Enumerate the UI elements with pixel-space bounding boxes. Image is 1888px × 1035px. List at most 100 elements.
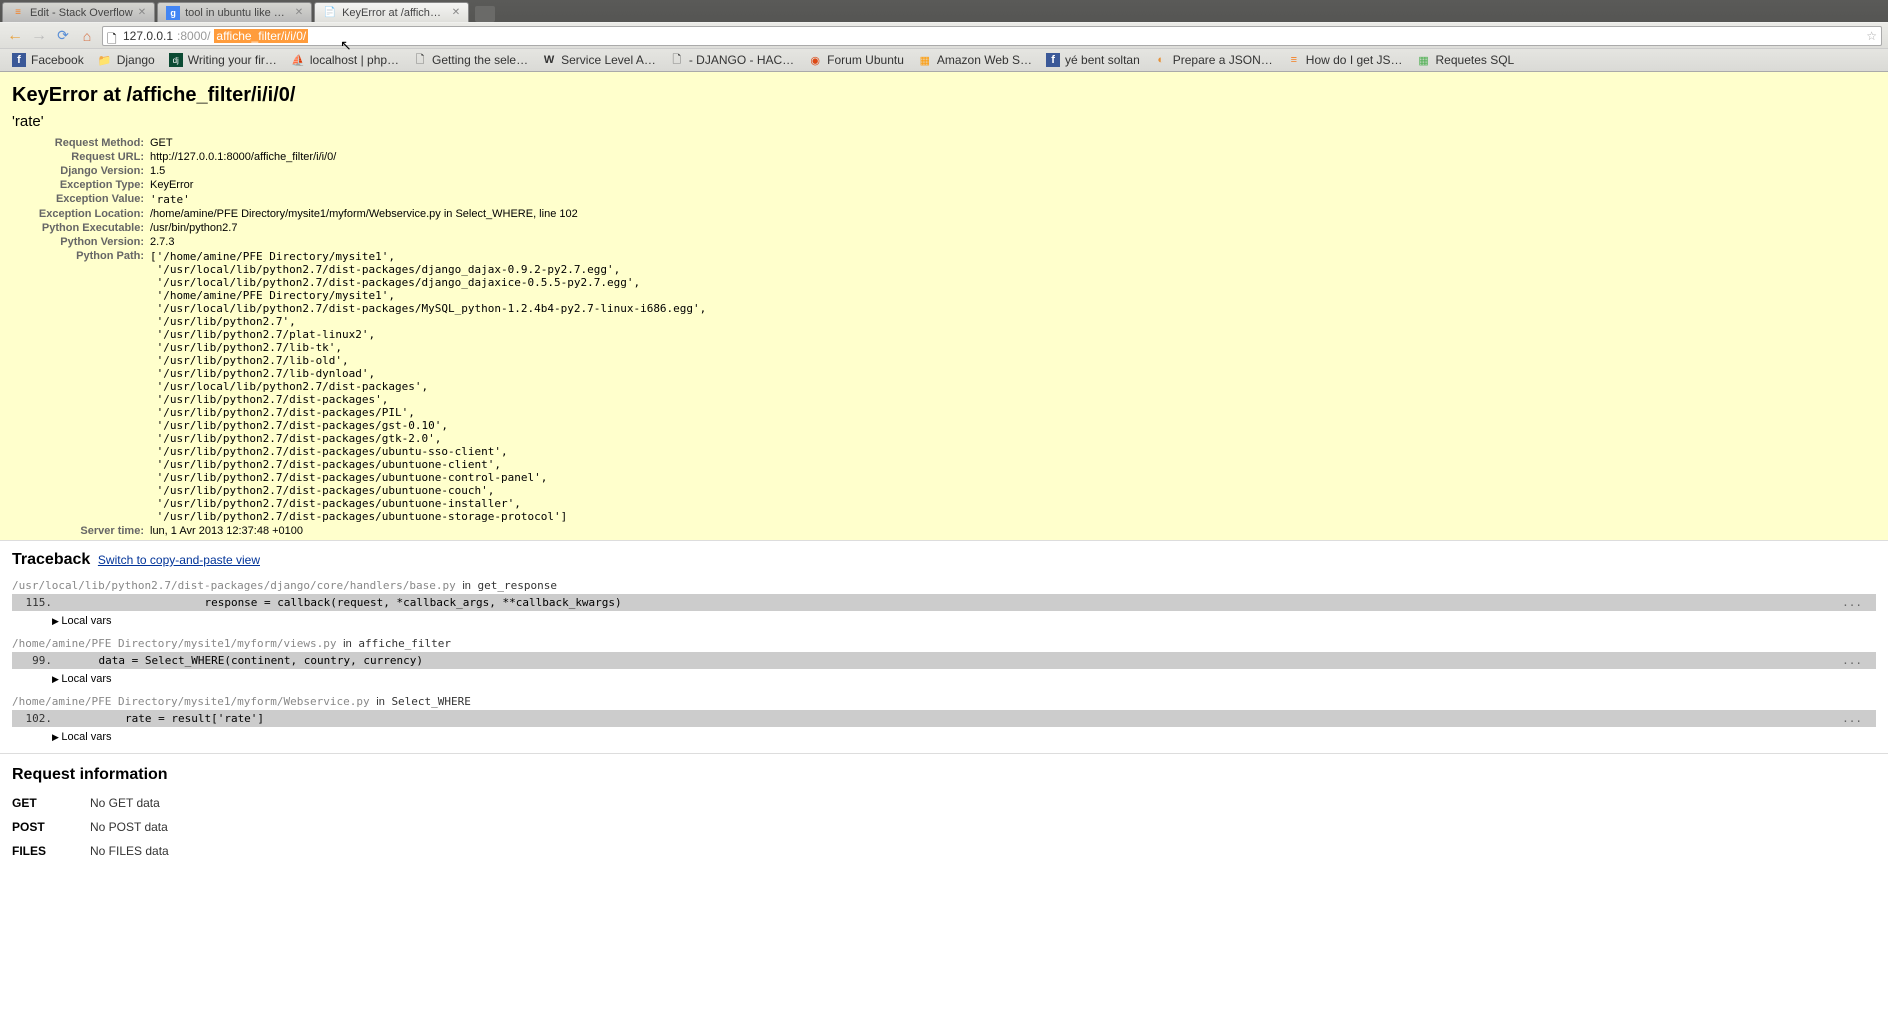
expand-icon[interactable]: ...	[1842, 596, 1868, 609]
facebook-icon: f	[1046, 53, 1060, 67]
row-label: Request URL:	[12, 150, 150, 164]
expand-icon[interactable]: ...	[1842, 712, 1868, 725]
page-icon: 🗋	[413, 53, 427, 67]
line-number: 115.	[12, 596, 72, 609]
row-label: Python Executable:	[12, 221, 150, 235]
local-vars-toggle[interactable]: Local vars	[12, 611, 1876, 627]
close-icon[interactable]: ✕	[138, 7, 146, 18]
url-port: :8000/	[177, 29, 210, 43]
url-path: affiche_filter/i/i/0/	[214, 29, 308, 43]
code-text: rate = result['rate']	[72, 712, 1842, 725]
document-icon: 📄	[323, 6, 337, 20]
bookmark-django[interactable]: 📁Django	[92, 51, 161, 69]
folder-icon: 📁	[98, 53, 112, 67]
request-info-heading: Request information	[12, 766, 1876, 784]
line-number: 102.	[12, 712, 72, 725]
row-value: 'rate'	[150, 192, 706, 207]
tab-label: KeyError at /affiche_filte	[342, 7, 447, 19]
nav-bar: ← → ⟳ ⌂ 🗋 127.0.0.1:8000/affiche_filter/…	[0, 22, 1888, 48]
bookmark-how-do-i[interactable]: ≡How do I get JS…	[1281, 51, 1409, 69]
url-bar[interactable]: 🗋 127.0.0.1:8000/affiche_filter/i/i/0/ ☆	[102, 26, 1882, 46]
error-table: Request Method:GET Request URL:http://12…	[12, 136, 706, 538]
back-button[interactable]: ←	[6, 27, 24, 45]
local-vars-toggle[interactable]: Local vars	[12, 669, 1876, 685]
request-val: No GET data	[90, 796, 160, 810]
code-line[interactable]: 99. data = Select_WHERE(continent, count…	[12, 652, 1876, 669]
code-text: data = Select_WHERE(continent, country, …	[72, 654, 1842, 667]
row-label: Exception Type:	[12, 178, 150, 192]
switch-view-link[interactable]: Switch to copy-and-paste view	[98, 553, 260, 567]
home-button[interactable]: ⌂	[78, 27, 96, 45]
row-label: Server time:	[12, 524, 150, 538]
expand-icon[interactable]: ...	[1842, 654, 1868, 667]
bookmark-localhost[interactable]: ⛵localhost | php…	[285, 51, 405, 69]
request-key: POST	[12, 820, 90, 834]
bookmark-forum-ubuntu[interactable]: ◉Forum Ubuntu	[802, 51, 910, 69]
request-row: FILESNo FILES data	[12, 844, 1876, 858]
tab-stackoverflow[interactable]: ≡ Edit - Stack Overflow ✕	[2, 2, 155, 22]
row-value: lun, 1 Avr 2013 12:37:48 +0100	[150, 524, 706, 538]
bookmark-star-icon[interactable]: ☆	[1866, 29, 1877, 43]
row-label: Django Version:	[12, 164, 150, 178]
bookmarks-bar: fFacebook 📁Django djWriting your fir… ⛵l…	[0, 48, 1888, 72]
request-row: GETNo GET data	[12, 796, 1876, 810]
local-vars-toggle[interactable]: Local vars	[12, 727, 1876, 743]
frame-location: /home/amine/PFE Directory/mysite1/myform…	[12, 695, 1876, 710]
error-title: KeyError at /affiche_filter/i/i/0/	[12, 84, 1888, 107]
traceback-frame: /usr/local/lib/python2.7/dist-packages/d…	[12, 579, 1876, 627]
stackoverflow-icon: ≡	[11, 6, 25, 20]
forward-button[interactable]: →	[30, 27, 48, 45]
bookmark-ye-bent[interactable]: fyé bent soltan	[1040, 51, 1146, 69]
traceback-heading: Traceback	[12, 551, 90, 568]
facebook-icon: f	[12, 53, 26, 67]
row-value: /usr/bin/python2.7	[150, 221, 706, 235]
bookmark-amazon[interactable]: ▦Amazon Web S…	[912, 51, 1038, 69]
bookmark-writing[interactable]: djWriting your fir…	[163, 51, 283, 69]
phpmyadmin-icon: ⛵	[291, 53, 305, 67]
tab-keyerror[interactable]: 📄 KeyError at /affiche_filte ✕	[314, 2, 469, 22]
code-line[interactable]: 115. response = callback(request, *callb…	[12, 594, 1876, 611]
row-value: GET	[150, 136, 706, 150]
error-value: 'rate'	[12, 113, 1888, 130]
aws-icon: ▦	[918, 53, 932, 67]
reload-button[interactable]: ⟳	[54, 27, 72, 45]
ubuntu-icon: ◉	[808, 53, 822, 67]
bookmark-service[interactable]: WService Level A…	[536, 51, 662, 69]
request-key: GET	[12, 796, 90, 810]
bookmark-facebook[interactable]: fFacebook	[6, 51, 90, 69]
request-val: No FILES data	[90, 844, 169, 858]
request-row: POSTNo POST data	[12, 820, 1876, 834]
traceback-section: Traceback Switch to copy-and-paste view …	[0, 541, 1888, 754]
page-icon: 🗋	[670, 53, 684, 67]
bookmark-requetes-sql[interactable]: ▦Requetes SQL	[1411, 51, 1521, 69]
tabs-bar: ≡ Edit - Stack Overflow ✕ g tool in ubun…	[0, 0, 1888, 22]
row-value: KeyError	[150, 178, 706, 192]
code-text: response = callback(request, *callback_a…	[72, 596, 1842, 609]
browser-chrome: ≡ Edit - Stack Overflow ✕ g tool in ubun…	[0, 0, 1888, 72]
row-value: http://127.0.0.1:8000/affiche_filter/i/i…	[150, 150, 706, 164]
error-summary: KeyError at /affiche_filter/i/i/0/ 'rate…	[0, 72, 1888, 541]
code-line[interactable]: 102. rate = result['rate'] ...	[12, 710, 1876, 727]
tab-label: tool in ubuntu like paint in	[185, 7, 290, 19]
url-host: 127.0.0.1	[123, 29, 173, 43]
site-icon: ◐	[1154, 53, 1168, 67]
close-icon[interactable]: ✕	[452, 7, 460, 18]
bookmark-getting[interactable]: 🗋Getting the sele…	[407, 51, 534, 69]
google-icon: g	[166, 6, 180, 20]
request-val: No POST data	[90, 820, 168, 834]
frame-location: /usr/local/lib/python2.7/dist-packages/d…	[12, 579, 1876, 594]
request-key: FILES	[12, 844, 90, 858]
row-label: Exception Value:	[12, 192, 150, 207]
line-number: 99.	[12, 654, 72, 667]
traceback-frame: /home/amine/PFE Directory/mysite1/myform…	[12, 637, 1876, 685]
request-info-section: Request information GETNo GET data POSTN…	[0, 754, 1888, 880]
close-icon[interactable]: ✕	[295, 7, 303, 18]
tab-label: Edit - Stack Overflow	[30, 7, 133, 19]
tab-google[interactable]: g tool in ubuntu like paint in ✕	[157, 2, 312, 22]
row-label: Exception Location:	[12, 207, 150, 221]
new-tab-button[interactable]	[475, 6, 495, 22]
bookmark-prepare-json[interactable]: ◐Prepare a JSON…	[1148, 51, 1279, 69]
stackoverflow-icon: ≡	[1287, 53, 1301, 67]
bookmark-django-hac[interactable]: 🗋- DJANGO - HAC…	[664, 51, 800, 69]
wikipedia-icon: W	[542, 53, 556, 67]
